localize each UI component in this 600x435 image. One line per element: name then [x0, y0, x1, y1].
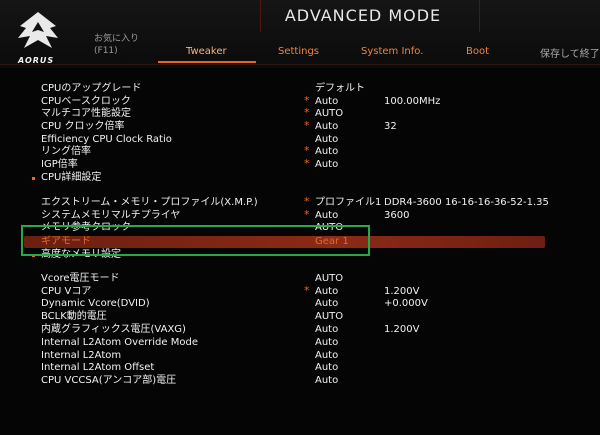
setting-label: Vcore電圧モード — [41, 273, 120, 284]
setting-row[interactable]: CPU Vコア * Auto 1.200V — [0, 284, 600, 298]
tab-settings[interactable]: Settings — [278, 46, 319, 57]
setting-value[interactable]: Auto — [315, 159, 338, 171]
setting-current-reading: 1.200V — [384, 286, 420, 297]
setting-value[interactable]: Auto — [315, 286, 338, 298]
setting-value[interactable]: Auto — [315, 96, 338, 108]
setting-row[interactable]: BCLK動的電圧 AUTO — [0, 311, 600, 323]
setting-label: Efficiency CPU Clock Ratio — [41, 134, 172, 145]
submenu-bullet-icon — [32, 177, 35, 180]
tab-boot[interactable]: Boot — [466, 46, 489, 57]
setting-row[interactable]: CPU クロック倍率 * Auto 32 — [0, 119, 600, 133]
setting-row[interactable]: CPU詳細設定 — [0, 172, 600, 184]
setting-row[interactable]: 内蔵グラフィックス電圧(VAXG) Auto 1.200V — [0, 324, 600, 336]
setting-value[interactable]: Auto — [315, 134, 338, 146]
favorites-button[interactable]: お気に入り (F11) — [94, 33, 139, 57]
setting-value[interactable]: AUTO — [315, 108, 343, 120]
setting-row[interactable]: CPU VCCSA(アンコア部)電圧 Auto — [0, 375, 600, 387]
modified-star-icon: * — [304, 106, 310, 119]
setting-label: CPU VCCSA(アンコア部)電圧 — [41, 375, 177, 386]
tab-tweaker[interactable]: Tweaker — [186, 46, 227, 57]
setting-label: Internal L2Atom Override Mode — [41, 337, 198, 348]
setting-label: IGP倍率 — [41, 159, 78, 170]
setting-label: リング倍率 — [41, 146, 91, 157]
setting-current-reading: 32 — [384, 121, 397, 132]
setting-current-reading: 3600 — [384, 210, 410, 221]
save-exit-button[interactable]: 保存して終了 — [540, 45, 600, 60]
mode-title: ADVANCED MODE — [284, 6, 442, 25]
setting-row[interactable]: Vcore電圧モード AUTO — [0, 273, 600, 285]
setting-value[interactable]: Auto — [315, 146, 338, 158]
setting-row[interactable]: エクストリーム・メモリ・プロファイル(X.M.P.) * プロファイル1 DDR4-3… — [0, 195, 600, 209]
setting-row[interactable]: IGP倍率 * Auto — [0, 157, 600, 171]
setting-value[interactable]: AUTO — [315, 273, 343, 285]
annotation-box — [21, 225, 370, 256]
setting-current-reading: +0.000V — [384, 298, 428, 309]
setting-row[interactable]: Dynamic Vcore(DVID) Auto +0.000V — [0, 298, 600, 310]
modified-star-icon: * — [304, 195, 310, 208]
tab-system-info[interactable]: System Info. — [361, 46, 423, 57]
favorites-shortcut: (F11) — [94, 46, 118, 56]
modified-star-icon: * — [304, 284, 310, 297]
setting-value[interactable]: Auto — [315, 375, 338, 387]
setting-value[interactable]: Auto — [315, 121, 338, 133]
setting-row[interactable]: Efficiency CPU Clock Ratio Auto — [0, 134, 600, 146]
setting-row[interactable]: Internal L2Atom Offset Auto — [0, 362, 600, 374]
setting-value[interactable]: Auto — [315, 298, 338, 310]
setting-label: Dynamic Vcore(DVID) — [41, 298, 150, 309]
setting-label: CPU Vコア — [41, 286, 92, 297]
setting-label: CPUのアップグレード — [41, 83, 142, 94]
active-tab-underline — [158, 61, 256, 63]
setting-value[interactable]: AUTO — [315, 311, 343, 323]
setting-label: Internal L2Atom Offset — [41, 362, 155, 373]
setting-label: CPU詳細設定 — [41, 172, 102, 183]
setting-label: 内蔵グラフィックス電圧(VAXG) — [41, 324, 186, 335]
setting-current-reading: 1.200V — [384, 324, 420, 335]
modified-star-icon: * — [304, 208, 310, 221]
setting-row[interactable]: Internal L2Atom Override Mode Auto — [0, 337, 600, 349]
setting-row[interactable]: マルチコア性能設定 * AUTO — [0, 106, 600, 120]
favorites-label: お気に入り — [94, 34, 140, 44]
modified-star-icon: * — [304, 119, 310, 132]
setting-row[interactable]: リング倍率 * Auto — [0, 144, 600, 158]
setting-value[interactable]: デフォルト — [315, 83, 365, 95]
setting-value[interactable]: Auto — [315, 362, 338, 374]
modified-star-icon: * — [304, 157, 310, 170]
setting-label: CPUベースクロック — [41, 96, 131, 107]
setting-value[interactable]: プロファイル1 — [315, 197, 381, 209]
header-bar: AORUS ADVANCED MODE お気に入り (F11) Tweaker … — [0, 0, 600, 68]
setting-label: システムメモリマルチプライヤ — [41, 210, 181, 221]
setting-row[interactable]: Internal L2Atom Auto — [0, 350, 600, 362]
setting-current-reading: 100.00MHz — [384, 96, 441, 107]
setting-row[interactable]: システムメモリマルチプライヤ * Auto 3600 — [0, 208, 600, 222]
setting-value[interactable]: Auto — [315, 350, 338, 362]
modified-star-icon: * — [304, 144, 310, 157]
tabs-divider — [0, 64, 600, 65]
setting-label: CPU クロック倍率 — [41, 121, 125, 132]
setting-label: Internal L2Atom — [41, 350, 122, 361]
setting-label: エクストリーム・メモリ・プロファイル(X.M.P.) — [41, 197, 258, 208]
setting-current-reading: DDR4-3600 16-16-16-36-52-1.35 — [384, 197, 549, 208]
setting-value[interactable]: Auto — [315, 337, 338, 349]
setting-value[interactable]: Auto — [315, 210, 338, 222]
setting-row[interactable]: CPUベースクロック * Auto 100.00MHz — [0, 95, 600, 108]
setting-label: マルチコア性能設定 — [41, 108, 131, 119]
setting-row[interactable]: CPUのアップグレード デフォルト — [0, 83, 600, 95]
setting-value[interactable]: Auto — [315, 324, 338, 336]
setting-label: BCLK動的電圧 — [41, 311, 107, 322]
